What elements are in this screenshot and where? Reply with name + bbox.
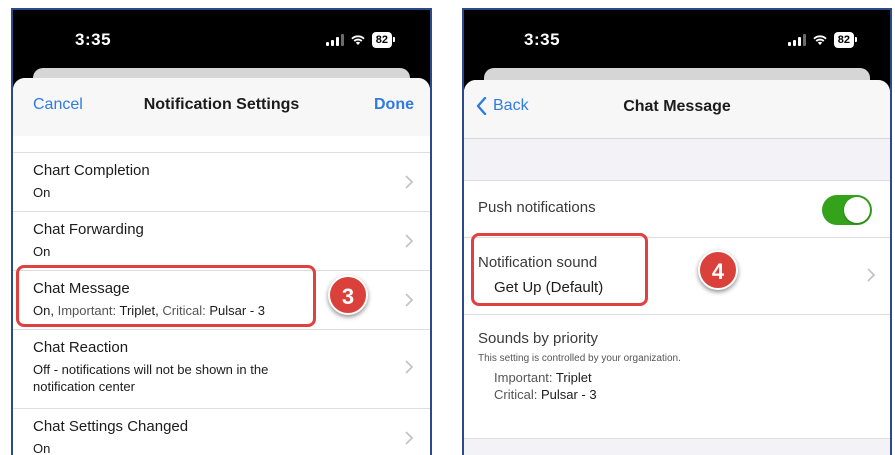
sounds-by-priority-label: Sounds by priority <box>478 330 599 347</box>
phone-screenshot-right: 3:35 82 Back Chat Message Push notificat… <box>462 8 892 455</box>
battery-icon: 82 <box>371 32 396 48</box>
list-item-chat-message[interactable]: Chat Message On, Important: Triplet, Cri… <box>13 271 430 330</box>
step-badge: 4 <box>698 250 738 290</box>
value-critical-key: Critical: <box>162 303 206 318</box>
push-notifications-row: Push notifications <box>464 181 890 238</box>
cancel-button[interactable]: Cancel <box>33 96 83 114</box>
back-button[interactable]: Back <box>476 97 529 115</box>
status-icons: 82 <box>787 32 858 48</box>
status-icons: 82 <box>325 32 396 48</box>
priority-critical-value: Pulsar - 3 <box>540 387 597 402</box>
notification-settings-sheet: Cancel Notification Settings Done Chart … <box>13 78 430 455</box>
list-item-value: Off - notifications will not be shown in… <box>33 362 269 394</box>
status-time: 3:35 <box>524 30 561 49</box>
value-on: On, <box>33 303 54 318</box>
list-item-value: On <box>33 244 51 259</box>
status-bar: 3:35 82 <box>464 10 890 72</box>
organization-note: This setting is controlled by your organ… <box>478 353 681 364</box>
navigation-bar: Back Chat Message <box>464 80 890 139</box>
list-item-label: Chart Completion <box>33 162 150 179</box>
wifi-icon <box>813 35 827 45</box>
list-item-chat-settings-changed[interactable]: Chat Settings Changed On <box>13 409 430 455</box>
back-label: Back <box>493 97 529 114</box>
push-notifications-toggle[interactable] <box>822 195 872 225</box>
notification-sound-label: Notification sound <box>478 254 598 271</box>
list-item-value: On, Important: Triplet, Critical: Pulsar… <box>33 302 265 319</box>
list-item-chat-forwarding[interactable]: Chat Forwarding On <box>13 212 430 271</box>
status-time: 3:35 <box>75 30 112 49</box>
wifi-icon <box>351 35 365 45</box>
value-critical: Pulsar - 3 <box>209 303 265 318</box>
settings-group: Push notifications Notification sound Ge… <box>464 180 890 439</box>
priority-critical: Critical: Pulsar - 3 <box>494 387 597 402</box>
value-important-key: Important: <box>57 303 117 318</box>
chevron-right-icon <box>405 431 414 445</box>
navigation-bar: Cancel Notification Settings Done <box>13 78 430 137</box>
priority-important-value: Triplet <box>555 370 592 385</box>
chevron-right-icon <box>405 175 414 189</box>
list-item-label: Chat Forwarding <box>33 221 144 238</box>
list-item-chart-completion[interactable]: Chart Completion On <box>13 153 430 212</box>
priority-important-key: Important: <box>494 370 553 385</box>
battery-icon: 82 <box>833 32 858 48</box>
priority-critical-key: Critical: <box>494 387 538 402</box>
list-item-label: Chat Message <box>33 280 130 297</box>
chevron-right-icon <box>405 293 414 307</box>
cellular-signal-icon <box>787 34 806 46</box>
done-button[interactable]: Done <box>374 96 414 114</box>
notification-sound-row[interactable]: Notification sound Get Up (Default) <box>464 238 890 315</box>
list-item-label: Chat Reaction <box>33 339 129 356</box>
list-item-value: On <box>33 441 51 455</box>
step-badge: 3 <box>328 275 368 315</box>
cellular-signal-icon <box>325 34 344 46</box>
status-bar: 3:35 82 <box>13 10 430 72</box>
notification-sound-value: Get Up (Default) <box>494 279 604 296</box>
list-item-chat-reaction[interactable]: Chat Reaction Off - notifications will n… <box>13 330 430 409</box>
list-item-label: Chat Settings Changed <box>33 418 189 435</box>
value-important: Triplet, <box>119 303 159 318</box>
toggle-knob <box>844 197 870 223</box>
priority-important: Important: Triplet <box>494 370 592 385</box>
sounds-by-priority-row: Sounds by priority This setting is contr… <box>464 315 890 437</box>
list-item-partial <box>13 136 430 153</box>
chevron-right-icon <box>867 268 876 282</box>
list-item-value: On <box>33 185 51 200</box>
chevron-left-icon <box>476 97 487 115</box>
chevron-right-icon <box>405 234 414 248</box>
chat-message-sheet: Back Chat Message Push notifications Not… <box>464 80 890 455</box>
push-notifications-label: Push notifications <box>478 199 596 216</box>
phone-screenshot-left: 3:35 82 Cancel Notification Settings Don… <box>11 8 432 455</box>
chevron-right-icon <box>405 360 414 374</box>
